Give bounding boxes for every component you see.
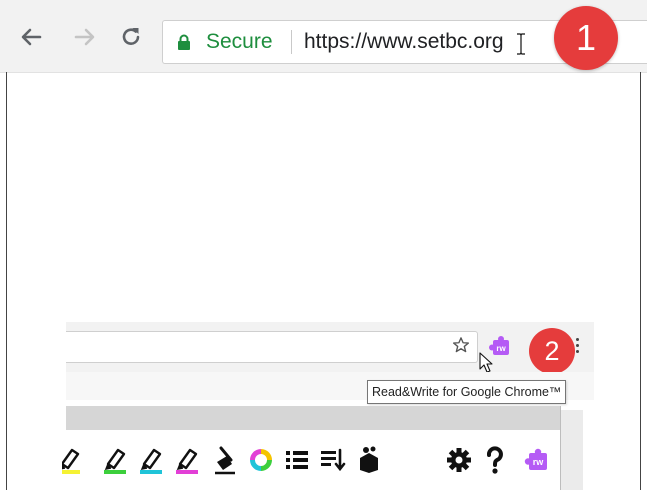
highlighter-pink-button[interactable]	[172, 444, 202, 476]
vocabulary-list-icon	[286, 451, 308, 469]
help-button[interactable]	[480, 444, 510, 476]
text-cursor-icon	[517, 33, 525, 55]
help-icon	[487, 446, 503, 474]
url-text[interactable]: https://www.setbc.org	[304, 30, 504, 54]
settings-icon	[447, 448, 471, 472]
rw-logo-icon: rw	[524, 448, 547, 470]
browser-toolbar: Secure https://www.setbc.org 1	[0, 0, 647, 73]
toolbar-shadow	[561, 410, 583, 490]
highlighter-green-icon	[104, 448, 126, 474]
svg-text:rw: rw	[496, 344, 506, 353]
more-menu-icon[interactable]	[576, 338, 580, 356]
collect-highlights-icon	[250, 449, 272, 471]
mouse-pointer-icon	[479, 352, 493, 373]
highlighter-blue-button[interactable]	[136, 444, 166, 476]
highlighter-pink-icon	[176, 448, 198, 474]
lock-icon	[178, 34, 190, 50]
simplify-page-button[interactable]	[318, 444, 348, 476]
clear-highlights-icon	[215, 446, 235, 475]
collect-highlights-button[interactable]	[246, 444, 276, 476]
clear-highlights-button[interactable]	[209, 444, 239, 476]
extension-tooltip: Read&Write for Google Chrome™	[367, 380, 567, 404]
page-border-right	[640, 72, 641, 490]
forward-arrow-icon	[74, 28, 95, 46]
url-divider	[291, 30, 292, 54]
secure-label: Secure	[206, 30, 273, 53]
simplify-page-icon	[321, 448, 346, 472]
star-icon[interactable]	[452, 336, 470, 354]
settings-button[interactable]	[444, 444, 474, 476]
readwrite-toolbar: rw	[62, 430, 561, 490]
highlighter-yellow-icon	[62, 448, 80, 474]
step-one-badge: 1	[554, 6, 618, 70]
screen-masking-button[interactable]	[354, 444, 384, 476]
forward-button[interactable]	[72, 24, 98, 50]
reload-button[interactable]	[118, 24, 144, 50]
back-arrow-icon	[21, 28, 42, 46]
highlighter-blue-icon	[140, 448, 162, 474]
highlighter-yellow-button[interactable]	[62, 444, 80, 476]
back-button[interactable]	[18, 24, 44, 50]
svg-text:rw: rw	[533, 457, 545, 467]
screen-masking-icon	[360, 446, 378, 473]
highlighter-green-button[interactable]	[100, 444, 130, 476]
page-border-left	[6, 72, 7, 490]
reload-icon	[122, 28, 140, 45]
address-bar-zoomed[interactable]	[66, 331, 478, 363]
zoomed-browser-toolbar: rw	[66, 322, 594, 373]
step-two-badge: 2	[529, 328, 575, 374]
vocabulary-list-button[interactable]	[282, 444, 312, 476]
rw-toolbar-header	[66, 406, 561, 430]
rw-logo-button[interactable]: rw	[522, 444, 552, 476]
